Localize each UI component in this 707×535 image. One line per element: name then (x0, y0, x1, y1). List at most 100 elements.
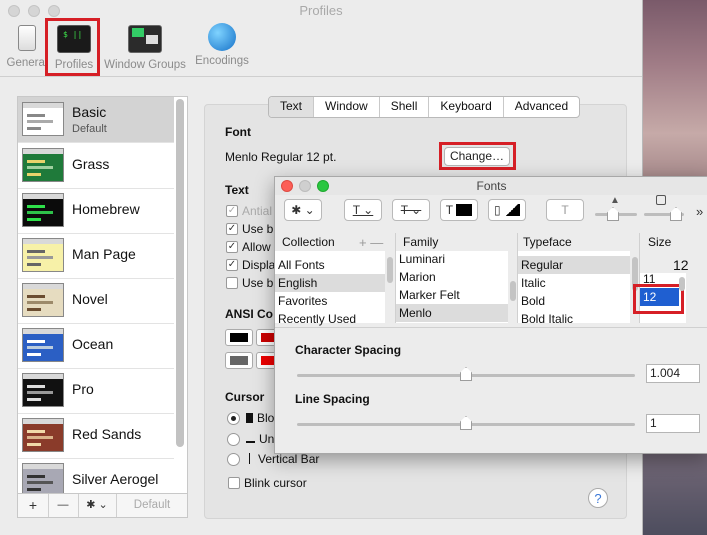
list-item[interactable]: Marion (396, 268, 508, 286)
list-item[interactable]: Menlo (396, 304, 508, 322)
family-list[interactable]: Luminari Marion Marker Felt Menlo (396, 251, 508, 323)
toolbar-window-groups[interactable]: Window Groups (100, 22, 190, 71)
profile-row-pro[interactable]: Pro (18, 368, 174, 414)
collection-scrollbar[interactable] (387, 257, 393, 283)
list-item[interactable]: Bold (518, 292, 630, 310)
add-profile-button[interactable]: + (18, 494, 49, 517)
cursor-vertical-bar-label: Vertical Bar (246, 452, 319, 466)
blink-cursor-checkbox[interactable] (228, 477, 240, 489)
fonts-panel-title: Fonts (275, 177, 707, 195)
list-item[interactable]: Regular (518, 256, 630, 274)
cursor-vertical-bar-radio[interactable] (227, 453, 240, 466)
document-color-button[interactable]: ▯ (488, 199, 526, 221)
collection-add-remove-controls[interactable]: + — (359, 234, 383, 251)
zoom-window-button[interactable] (48, 5, 60, 17)
size-column-header: Size (648, 235, 672, 249)
size-scrollbar[interactable] (679, 277, 685, 291)
zoom-fonts-button[interactable] (317, 180, 329, 192)
text-shadow-button[interactable]: T (546, 199, 584, 221)
use-bold-checkbox[interactable]: ✓ (226, 223, 238, 235)
toolbar-window-groups-label: Window Groups (104, 59, 186, 71)
text-color-button[interactable]: T (440, 199, 478, 221)
profiles-scrollbar[interactable] (176, 99, 184, 447)
list-item[interactable]: Recently Used (275, 310, 385, 328)
ansi-black-swatch[interactable] (225, 329, 253, 346)
profile-thumbnail (22, 238, 64, 272)
profile-thumbnail (22, 283, 64, 317)
profiles-list[interactable]: Basic Default Grass Homebrew Man Page No… (17, 96, 188, 494)
line-spacing-field[interactable]: 1 (646, 414, 700, 433)
antialias-label: Antial (242, 204, 273, 218)
ansi-bright-black-swatch[interactable] (225, 352, 253, 369)
profile-actions-gear-button[interactable]: ✱ ⌄ (78, 494, 117, 517)
profile-thumbnail (22, 102, 64, 136)
profile-row-man-page[interactable]: Man Page (18, 233, 174, 279)
list-item[interactable]: Luminari (396, 250, 508, 268)
toolbar-general-label: General (6, 57, 48, 69)
profile-row-ocean[interactable]: Ocean (18, 323, 174, 369)
minimize-fonts-button[interactable] (299, 180, 311, 192)
profile-row-novel[interactable]: Novel (18, 278, 174, 324)
remove-profile-button[interactable]: — (48, 494, 79, 517)
use-bright-checkbox[interactable] (226, 277, 238, 289)
shadow-opacity-knob[interactable] (607, 207, 619, 221)
tab-window[interactable]: Window (314, 97, 380, 117)
profile-name: Homebrew (72, 201, 140, 217)
list-item[interactable]: English (275, 274, 385, 292)
allow-blinking-label: Allow (242, 240, 271, 254)
globe-icon (208, 23, 236, 51)
typeface-list[interactable]: Regular Italic Bold Bold Italic (518, 251, 630, 326)
list-item[interactable]: All Fonts (275, 256, 385, 274)
allow-blinking-checkbox[interactable]: ✓ (226, 241, 238, 253)
close-window-button[interactable] (8, 5, 20, 17)
close-fonts-button[interactable] (281, 180, 293, 192)
display-ansi-checkbox[interactable]: ✓ (226, 259, 238, 271)
profile-settings-tabs: Text Window Shell Keyboard Advanced (268, 96, 581, 118)
family-scrollbar[interactable] (510, 281, 516, 301)
list-item[interactable]: Marker Felt (396, 286, 508, 304)
antialias-checkbox[interactable]: ✓ (226, 205, 238, 217)
text-underline-button[interactable]: T ⌄ (344, 199, 382, 221)
profile-row-silver-aerogel[interactable]: Silver Aerogel (18, 458, 174, 493)
set-default-button[interactable]: Default (116, 494, 188, 517)
profile-name: Ocean (72, 336, 114, 352)
cursor-block-radio[interactable] (227, 412, 240, 425)
minimize-window-button[interactable] (28, 5, 40, 17)
collection-column-header: Collection (282, 235, 335, 249)
profile-row-basic[interactable]: Basic Default (18, 97, 174, 143)
cursor-heading: Cursor (225, 390, 265, 404)
list-item[interactable]: Bold Italic (518, 310, 630, 328)
toolbar-general[interactable]: General (4, 22, 50, 70)
tab-text[interactable]: Text (269, 97, 315, 117)
help-button[interactable]: ? (588, 488, 608, 508)
character-spacing-label: Character Spacing (295, 343, 402, 357)
profile-name: Silver Aerogel (72, 471, 159, 487)
tab-advanced[interactable]: Advanced (504, 97, 579, 117)
list-item[interactable]: Italic (518, 274, 630, 292)
profile-thumbnail (22, 148, 64, 182)
use-bold-label: Use b (242, 222, 274, 236)
size-highlight-box (633, 284, 684, 314)
profile-row-homebrew[interactable]: Homebrew (18, 188, 174, 234)
line-spacing-label: Line Spacing (295, 392, 370, 406)
shadow-blur-knob[interactable] (670, 207, 682, 221)
tab-keyboard[interactable]: Keyboard (429, 97, 504, 117)
font-actions-gear-button[interactable]: ✱ ⌄ (284, 199, 322, 221)
toolbar-overflow-icon[interactable]: » (696, 204, 703, 219)
tab-shell[interactable]: Shell (380, 97, 430, 117)
character-spacing-field[interactable]: 1.004 (646, 364, 700, 383)
cursor-underline-radio[interactable] (227, 433, 240, 446)
collection-list[interactable]: All Fonts English Favorites Recently Use… (275, 251, 385, 326)
display-ansi-label: Displa (242, 258, 276, 272)
toolbar-encodings[interactable]: Encodings (192, 22, 252, 70)
text-strikethrough-button[interactable]: T ⌄ (392, 199, 430, 221)
profile-default-label: Default (72, 123, 107, 135)
shadow-angle-icon: ▲ (610, 195, 620, 206)
profile-thumbnail (22, 418, 64, 452)
profile-row-grass[interactable]: Grass (18, 143, 174, 189)
profile-row-red-sands[interactable]: Red Sands (18, 413, 174, 459)
profile-name: Basic (72, 104, 107, 120)
profiles-highlight-box (45, 18, 100, 76)
list-item[interactable]: Favorites (275, 292, 385, 310)
